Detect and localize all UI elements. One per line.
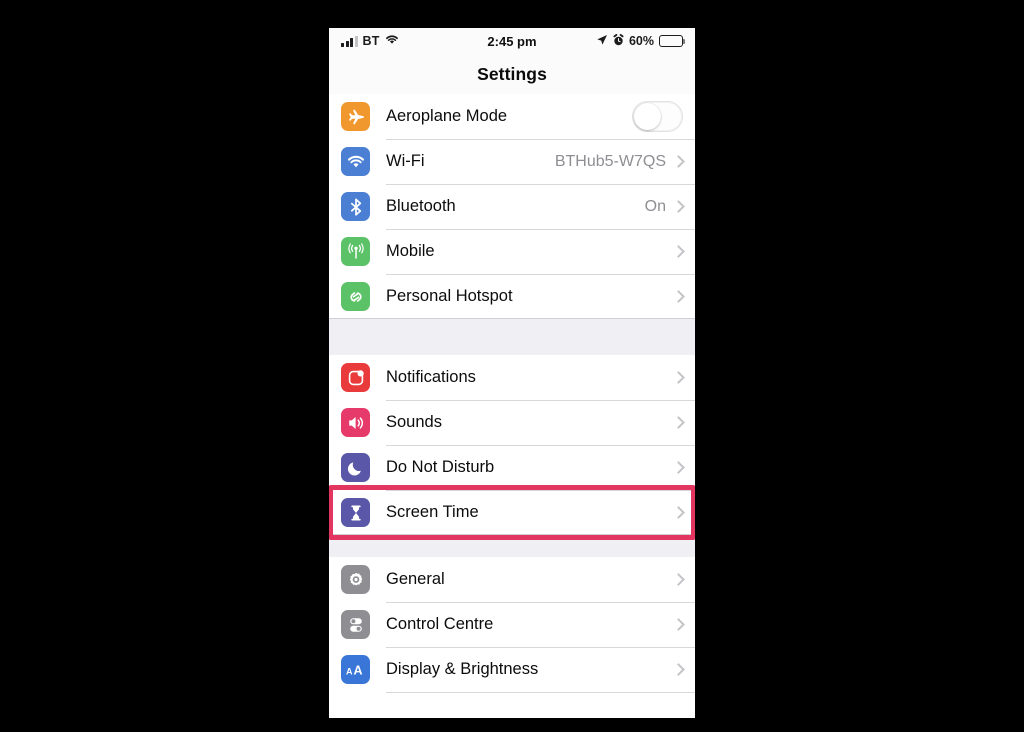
- chevron-right-icon: [672, 618, 685, 631]
- clock-label: 2:45 pm: [487, 33, 537, 49]
- location-arrow-icon: [596, 34, 608, 49]
- settings-row-label: Personal Hotspot: [386, 287, 513, 305]
- settings-list[interactable]: Aeroplane Mode Wi-Fi BTHub5-W7QS Bluetoo…: [329, 94, 695, 718]
- settings-row-bluetooth[interactable]: Bluetooth On: [329, 184, 695, 229]
- chevron-right-icon: [672, 371, 685, 384]
- aeroplane-icon: [341, 102, 370, 131]
- settings-group-alerts: Notifications Sounds Do Not Disturb Scre…: [329, 355, 695, 540]
- mobile-antenna-icon: [341, 237, 370, 266]
- carrier-label: BT: [362, 34, 380, 48]
- settings-group-connectivity: Aeroplane Mode Wi-Fi BTHub5-W7QS Bluetoo…: [329, 94, 695, 319]
- group-separator: [329, 535, 695, 557]
- settings-row-sounds[interactable]: Sounds: [329, 400, 695, 445]
- svg-text:A: A: [353, 663, 362, 677]
- chevron-right-icon: [672, 461, 685, 474]
- chevron-right-icon: [672, 245, 685, 258]
- chevron-right-icon: [672, 663, 685, 676]
- settings-row-label: Do Not Disturb: [386, 458, 495, 476]
- status-bar: BT 2:45 pm 60%: [329, 28, 695, 54]
- settings-row-label: General: [386, 570, 445, 588]
- chevron-right-icon: [672, 506, 685, 519]
- settings-row-do-not-disturb[interactable]: Do Not Disturb: [329, 445, 695, 490]
- wifi-icon: [341, 147, 370, 176]
- chevron-right-icon: [672, 416, 685, 429]
- wifi-icon: [385, 34, 399, 48]
- aeroplane-mode-toggle[interactable]: [632, 101, 683, 132]
- settings-row-aeroplane-mode[interactable]: Aeroplane Mode: [329, 94, 695, 139]
- chevron-right-icon: [672, 573, 685, 586]
- battery-icon: [659, 35, 686, 47]
- settings-row-label: Bluetooth: [386, 197, 456, 215]
- sounds-icon: [341, 408, 370, 437]
- bluetooth-icon: [341, 192, 370, 221]
- settings-row-general[interactable]: General: [329, 557, 695, 602]
- battery-percent-label: 60%: [628, 34, 654, 48]
- status-bar-right: 60%: [596, 33, 686, 49]
- display-brightness-icon: A A: [341, 655, 370, 684]
- wifi-network-value: BTHub5-W7QS: [554, 152, 666, 170]
- hourglass-icon: [341, 498, 370, 527]
- signal-bars-icon: [341, 35, 358, 47]
- page-title: Settings: [477, 63, 547, 84]
- settings-row-display-brightness[interactable]: A A Display & Brightness: [329, 647, 695, 692]
- alarm-clock-icon: [613, 33, 624, 49]
- settings-row-label: Mobile: [386, 242, 435, 260]
- screenshot-stage: BT 2:45 pm 60% Settings Aeroplane Mode W…: [0, 0, 1024, 732]
- chevron-right-icon: [672, 290, 685, 303]
- svg-text:A: A: [346, 666, 353, 676]
- gear-icon: [341, 565, 370, 594]
- settings-row-mobile[interactable]: Mobile: [329, 229, 695, 274]
- settings-row-label: Control Centre: [386, 615, 494, 633]
- settings-row-label: Screen Time: [386, 503, 479, 521]
- navigation-bar: Settings: [329, 54, 695, 94]
- settings-row-label: Notifications: [386, 368, 476, 386]
- chevron-right-icon: [672, 155, 685, 168]
- settings-row-label: Aeroplane Mode: [386, 107, 508, 125]
- phone-screen: BT 2:45 pm 60% Settings Aeroplane Mode W…: [329, 28, 695, 718]
- settings-row-label: Sounds: [386, 413, 442, 431]
- personal-hotspot-icon: [341, 282, 370, 311]
- settings-group-system: General Control Centre A A Display & Bri…: [329, 557, 695, 718]
- status-bar-left: BT: [341, 34, 399, 48]
- chevron-right-icon: [672, 200, 685, 213]
- control-centre-icon: [341, 610, 370, 639]
- group-separator: [329, 319, 695, 355]
- notifications-icon: [341, 363, 370, 392]
- settings-row-partial[interactable]: [329, 692, 695, 718]
- settings-row-label: Wi-Fi: [386, 152, 425, 170]
- settings-row-personal-hotspot[interactable]: Personal Hotspot: [329, 274, 695, 319]
- settings-row-label: Display & Brightness: [386, 660, 539, 678]
- settings-row-screen-time[interactable]: Screen Time: [329, 485, 695, 540]
- moon-icon: [341, 453, 370, 482]
- settings-row-control-centre[interactable]: Control Centre: [329, 602, 695, 647]
- settings-row-wifi[interactable]: Wi-Fi BTHub5-W7QS: [329, 139, 695, 184]
- bluetooth-state-value: On: [644, 197, 666, 215]
- settings-row-notifications[interactable]: Notifications: [329, 355, 695, 400]
- screen-time-highlight-box: [329, 485, 695, 540]
